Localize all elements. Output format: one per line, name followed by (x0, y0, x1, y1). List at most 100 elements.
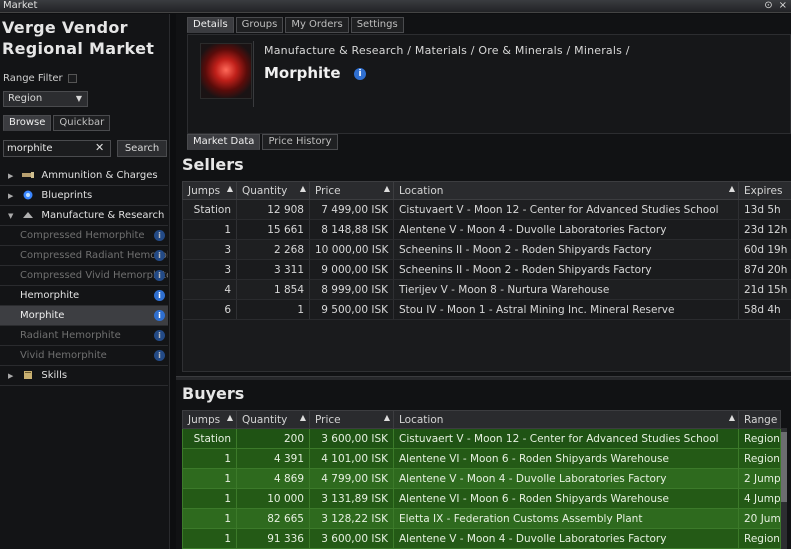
column-header-price[interactable]: Price ▲ (309, 181, 394, 200)
cell-quantity: 2 268 (236, 239, 310, 260)
tab-groups[interactable]: Groups (235, 17, 284, 33)
info-icon[interactable]: i (154, 330, 165, 341)
cell-price: 10 000,00 ISK (309, 239, 394, 260)
tree-item-label: Compressed Vivid Hemorphite (20, 270, 168, 281)
range-filter-checkbox[interactable] (68, 74, 77, 83)
tree-item[interactable]: Hemorphite i (0, 286, 168, 306)
info-icon[interactable]: i (154, 350, 165, 361)
sort-icon: ▲ (383, 413, 390, 422)
tab-settings[interactable]: Settings (350, 17, 404, 33)
buyers-table: Jumps ▲ Quantity ▲ Price ▲ Location ▲ Range … (182, 410, 781, 549)
details-panel: Details Groups My Orders Settings Manufa… (176, 14, 791, 549)
region-select[interactable]: Region ▼ (3, 91, 88, 107)
tree-item[interactable]: Compressed Hemorphite i (0, 226, 168, 246)
column-header-jumps[interactable]: Jumps ▲ (182, 410, 237, 429)
info-icon[interactable]: i (354, 68, 366, 80)
cell-price: 4 799,00 ISK (309, 468, 394, 489)
column-header-quantity[interactable]: Quantity ▲ (236, 410, 310, 429)
table-row[interactable]: 1 82 665 3 128,22 ISK Eletta IX - Federatio… (182, 508, 781, 529)
cell-jumps: 1 (182, 448, 237, 469)
cell-jumps: 1 (182, 488, 237, 509)
column-header-expires[interactable]: Expires (738, 181, 791, 200)
cell-quantity: 200 (236, 428, 310, 449)
market-tree: ▶ Ammunition & Charges ▶ Blueprints ▼ Ma… (0, 166, 168, 386)
cell-location: Tierijev V - Moon 8 - Nurtura Warehouse (393, 279, 739, 300)
skillbook-icon (24, 371, 33, 379)
table-row[interactable]: 1 10 000 3 131,89 ISK Alentene VI - Moon 6 … (182, 488, 781, 509)
tree-item-label: Hemorphite (20, 290, 80, 301)
table-row[interactable]: 14 869 4 799,00 ISK Alentene V - Moon 4 - … (182, 468, 781, 489)
tab-details[interactable]: Details (187, 17, 234, 33)
buyers-scrollbar[interactable] (781, 428, 787, 549)
tab-my-orders[interactable]: My Orders (285, 17, 349, 33)
table-row[interactable]: 1 91 336 3 600,00 ISK Alentene V - Moon 4 -… (182, 528, 781, 549)
scrollbar-thumb[interactable] (781, 432, 787, 502)
tree-category-ammo[interactable]: ▶ Ammunition & Charges (0, 166, 168, 186)
tree-item[interactable]: Vivid Hemorphite i (0, 346, 168, 366)
tree-category-blueprints[interactable]: ▶ Blueprints (0, 186, 168, 206)
tree-item-label: Morphite (20, 310, 65, 321)
table-row[interactable]: 14 391 4 101,00 ISK Alentene VI - Moon 6 -… (182, 448, 781, 469)
cell-jumps: 1 (182, 219, 237, 240)
tab-market-data[interactable]: Market Data (187, 134, 261, 150)
cell-price: 4 101,00 ISK (309, 448, 394, 469)
tab-browse[interactable]: Browse (3, 115, 52, 131)
table-row[interactable]: 41 854 8 999,00 ISK Tierijev V - Moon 8 - … (182, 279, 791, 300)
column-header-range[interactable]: Range (738, 410, 781, 429)
split-divider[interactable] (176, 376, 791, 380)
morphite-icon[interactable] (200, 43, 252, 99)
table-row[interactable]: Station 200 3 600,00 ISK Cistuvaert V - Moo… (182, 428, 781, 449)
table-row[interactable]: 1 15 661 8 148,88 ISK Alentene V - Moon 4 -… (182, 219, 791, 240)
tree-category-manufacture[interactable]: ▼ Manufacture & Research (0, 206, 168, 226)
browse-tabs: Browse Quickbar (3, 115, 111, 131)
tree-item[interactable]: Radiant Hemorphite i (0, 326, 168, 346)
details-tabs: Details Groups My Orders Settings (187, 17, 404, 33)
cell-jumps: Station (182, 428, 237, 449)
info-icon[interactable]: i (154, 290, 165, 301)
close-icon[interactable]: × (779, 0, 787, 12)
tree-category-skills[interactable]: ▶ Skills (0, 366, 168, 386)
cell-location: Alentene VI - Moon 6 - Roden Shipyards W… (393, 488, 739, 509)
options-icon[interactable]: ⊙ (764, 0, 772, 12)
sort-icon: ▲ (728, 184, 735, 193)
cell-price: 8 148,88 ISK (309, 219, 394, 240)
cell-expires: 13d 5h (738, 199, 791, 220)
window-controls: ⊙ × (764, 0, 787, 12)
tree-item[interactable]: Compressed Radiant Hemorphite i (0, 246, 168, 266)
table-row[interactable]: 33 311 9 000,00 ISK Scheenins II - Moon 2 … (182, 259, 791, 280)
chevron-right-icon: ▶ (8, 192, 14, 200)
column-header-location[interactable]: Location ▲ (393, 410, 739, 429)
info-icon[interactable]: i (154, 230, 165, 241)
sellers-table: Jumps ▲ Quantity ▲ Price ▲ Location ▲ Expire… (182, 181, 791, 320)
table-row[interactable]: Station 12 908 7 499,00 ISK Cistuvaert V - … (182, 199, 791, 220)
tree-item-label: Radiant Hemorphite (20, 330, 121, 341)
vendor-title-line1: Verge Vendor (2, 18, 128, 37)
vendor-title-line2: Regional Market (2, 39, 155, 58)
search-button[interactable]: Search (117, 140, 167, 157)
cell-range: Region (738, 428, 781, 449)
cell-expires: 21d 15h (738, 279, 791, 300)
info-icon[interactable]: i (154, 310, 165, 321)
window-titlebar: Market ⊙ × (0, 0, 791, 13)
info-icon[interactable]: i (154, 250, 165, 261)
table-row[interactable]: 619 500,00 ISK Stou IV - Moon 1 - Astral … (182, 299, 791, 320)
column-header-price[interactable]: Price ▲ (309, 410, 394, 429)
browse-panel: Verge Vendor Regional Market Range Filte… (0, 14, 170, 549)
table-row[interactable]: 32 268 10 000,00 ISK Scheenins II - Moon 2… (182, 239, 791, 260)
cell-location: Alentene V - Moon 4 - Duvolle Laboratori… (393, 528, 739, 549)
sellers-title: Sellers (182, 155, 244, 174)
clear-search-icon[interactable]: ✕ (95, 141, 104, 154)
cell-location: Alentene VI - Moon 6 - Roden Shipyards W… (393, 448, 739, 469)
column-header-quantity[interactable]: Quantity ▲ (236, 181, 310, 200)
cell-price: 8 999,00 ISK (309, 279, 394, 300)
tree-item-selected[interactable]: Morphite i (0, 306, 168, 326)
breadcrumb[interactable]: Manufacture & Research / Materials / Ore… (264, 44, 630, 57)
info-icon[interactable]: i (154, 270, 165, 281)
column-header-location[interactable]: Location ▲ (393, 181, 739, 200)
column-header-jumps[interactable]: Jumps ▲ (182, 181, 237, 200)
chevron-down-icon: ▼ (75, 94, 82, 103)
tab-quickbar[interactable]: Quickbar (53, 115, 111, 131)
tab-price-history[interactable]: Price History (262, 134, 338, 150)
sort-icon: ▲ (299, 184, 306, 193)
tree-item[interactable]: Compressed Vivid Hemorphite i (0, 266, 168, 286)
